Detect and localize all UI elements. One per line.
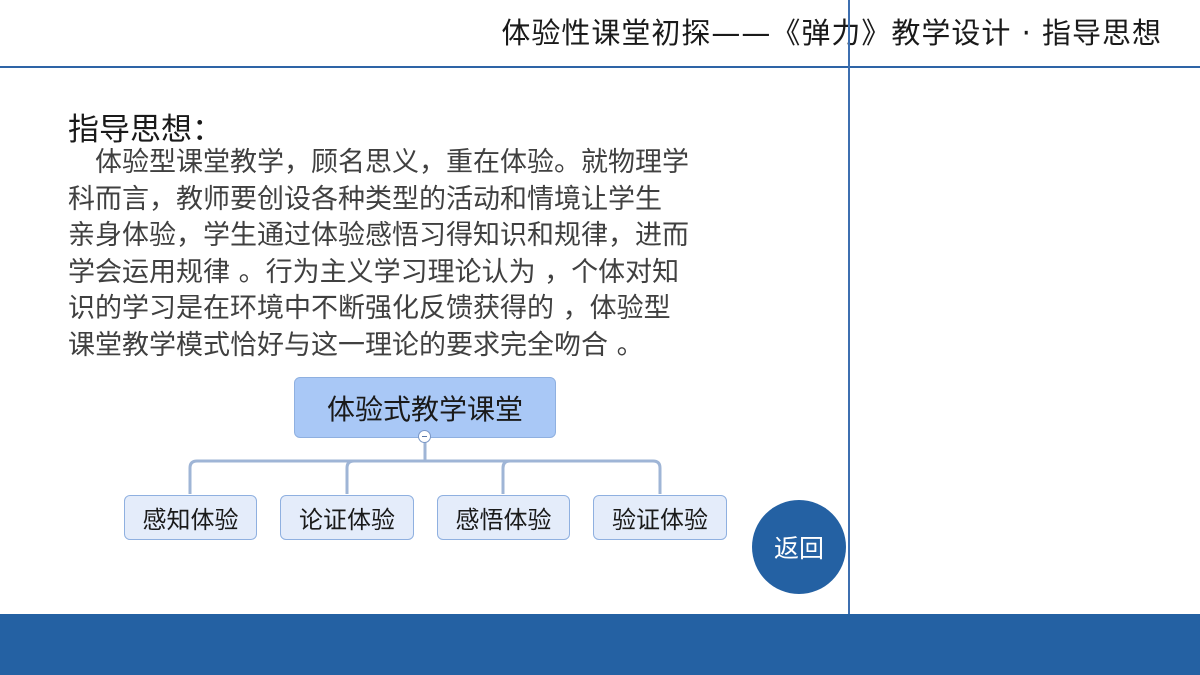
mindmap-connectors [188, 438, 662, 494]
mindmap-root-node[interactable]: 体验式教学课堂 [294, 377, 556, 438]
collapse-toggle-icon[interactable] [418, 430, 431, 443]
mindmap-node-verification[interactable]: 验证体验 [593, 495, 727, 540]
back-button[interactable]: 返回 [752, 500, 846, 594]
mindmap-node-argument[interactable]: 论证体验 [280, 495, 414, 540]
footer-bar [0, 614, 1200, 675]
mindmap-node-perception[interactable]: 感知体验 [124, 495, 257, 540]
mindmap-node-insight[interactable]: 感悟体验 [437, 495, 570, 540]
